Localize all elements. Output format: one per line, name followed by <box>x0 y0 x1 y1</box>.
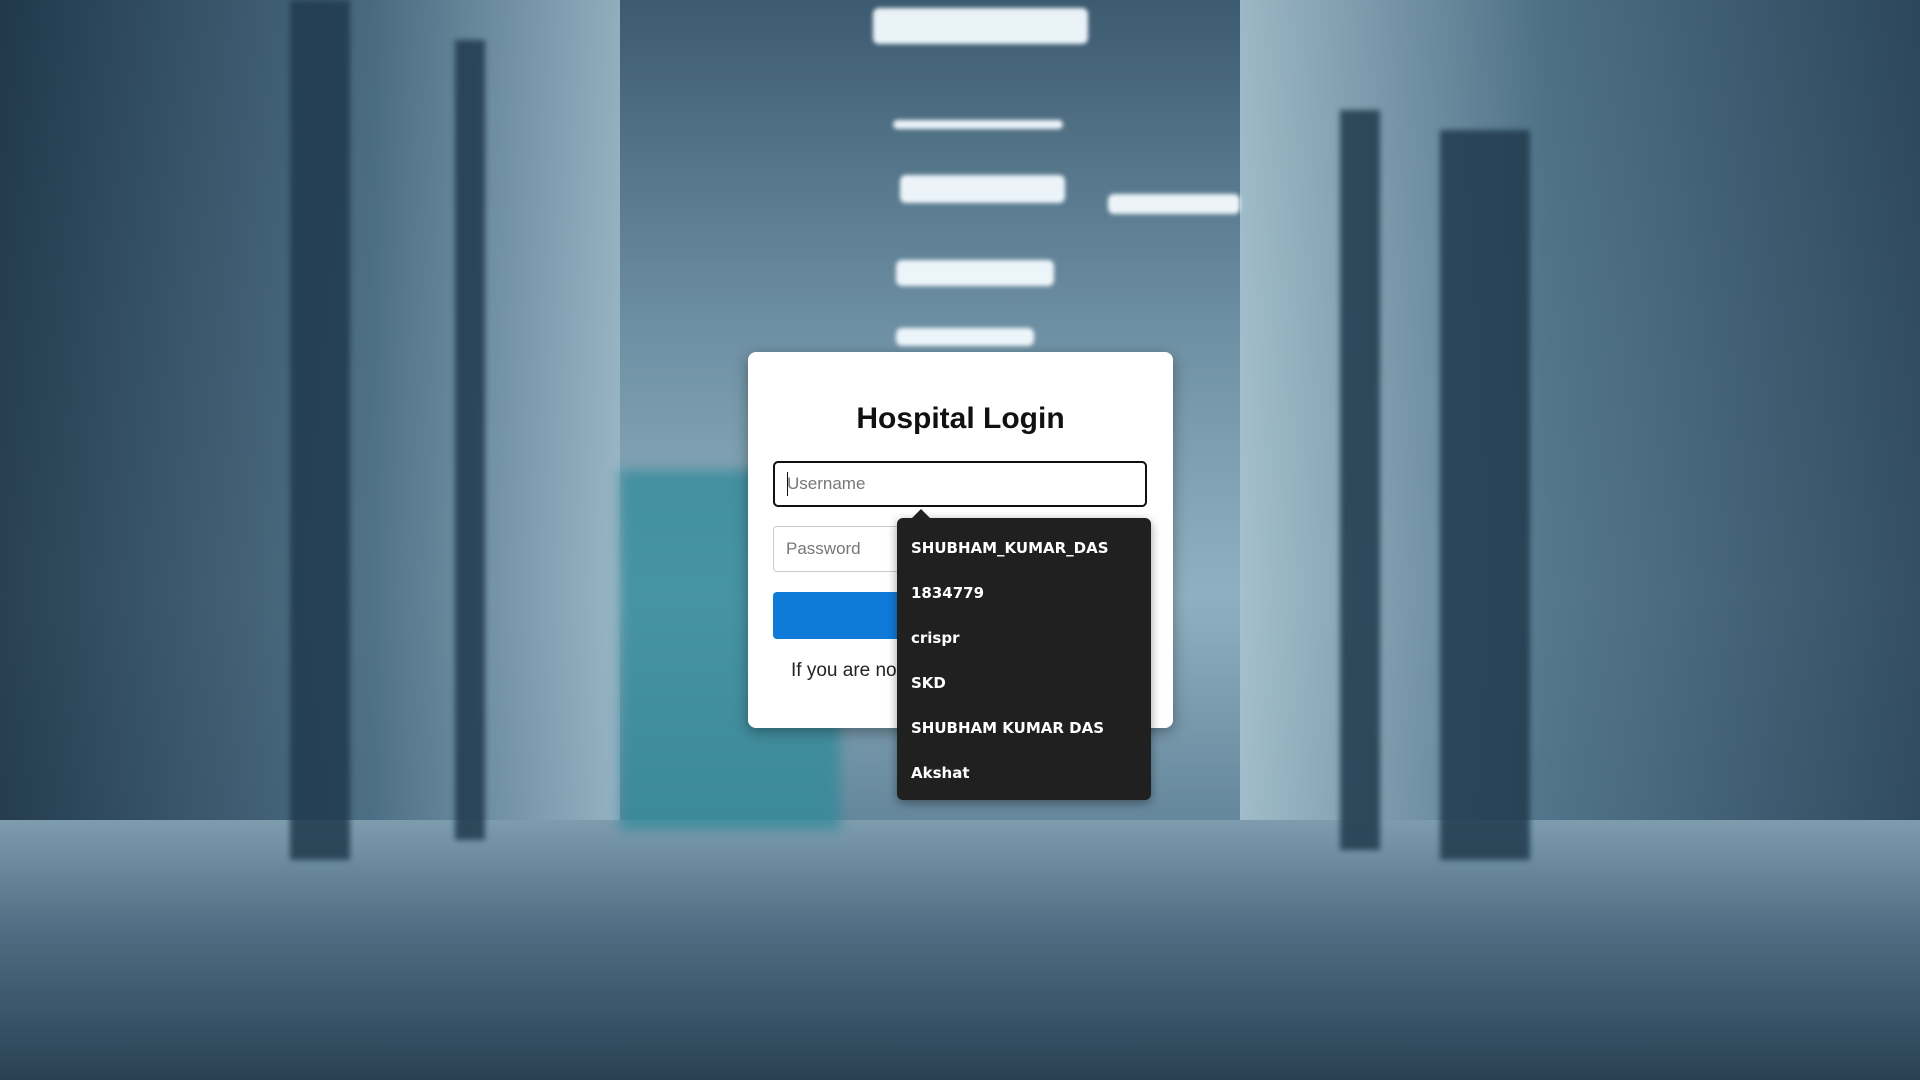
ceiling-light <box>896 328 1034 346</box>
ceiling-light <box>893 120 1063 129</box>
dropdown-pointer <box>912 509 930 518</box>
autocomplete-option[interactable]: 1834779 <box>897 571 1151 616</box>
autocomplete-option[interactable]: Akshat <box>897 751 1151 796</box>
ceiling-light <box>1108 194 1240 214</box>
text-caret <box>787 472 788 496</box>
autocomplete-option[interactable]: crispr <box>897 616 1151 661</box>
ceiling-light <box>873 8 1088 44</box>
ceiling-light <box>896 260 1054 286</box>
corridor-door <box>455 40 485 840</box>
autocomplete-option[interactable]: SHUBHAM_KUMAR_DAS <box>897 526 1151 571</box>
corridor-door <box>1440 130 1530 860</box>
username-input[interactable] <box>773 461 1147 507</box>
corridor-floor <box>0 820 1920 1080</box>
register-prompt-text: If you are no <box>791 660 897 681</box>
ceiling-light <box>900 175 1065 203</box>
autocomplete-option[interactable]: SHUBHAM KUMAR DAS <box>897 706 1151 751</box>
register-prompt: If you are no <box>791 660 897 682</box>
corridor-door <box>1340 110 1380 850</box>
username-autocomplete-dropdown: SHUBHAM_KUMAR_DAS 1834779 crispr SKD SHU… <box>897 509 1151 800</box>
autocomplete-option[interactable]: SKD <box>897 661 1151 706</box>
login-title: Hospital Login <box>856 402 1065 435</box>
corridor-door <box>290 0 350 860</box>
